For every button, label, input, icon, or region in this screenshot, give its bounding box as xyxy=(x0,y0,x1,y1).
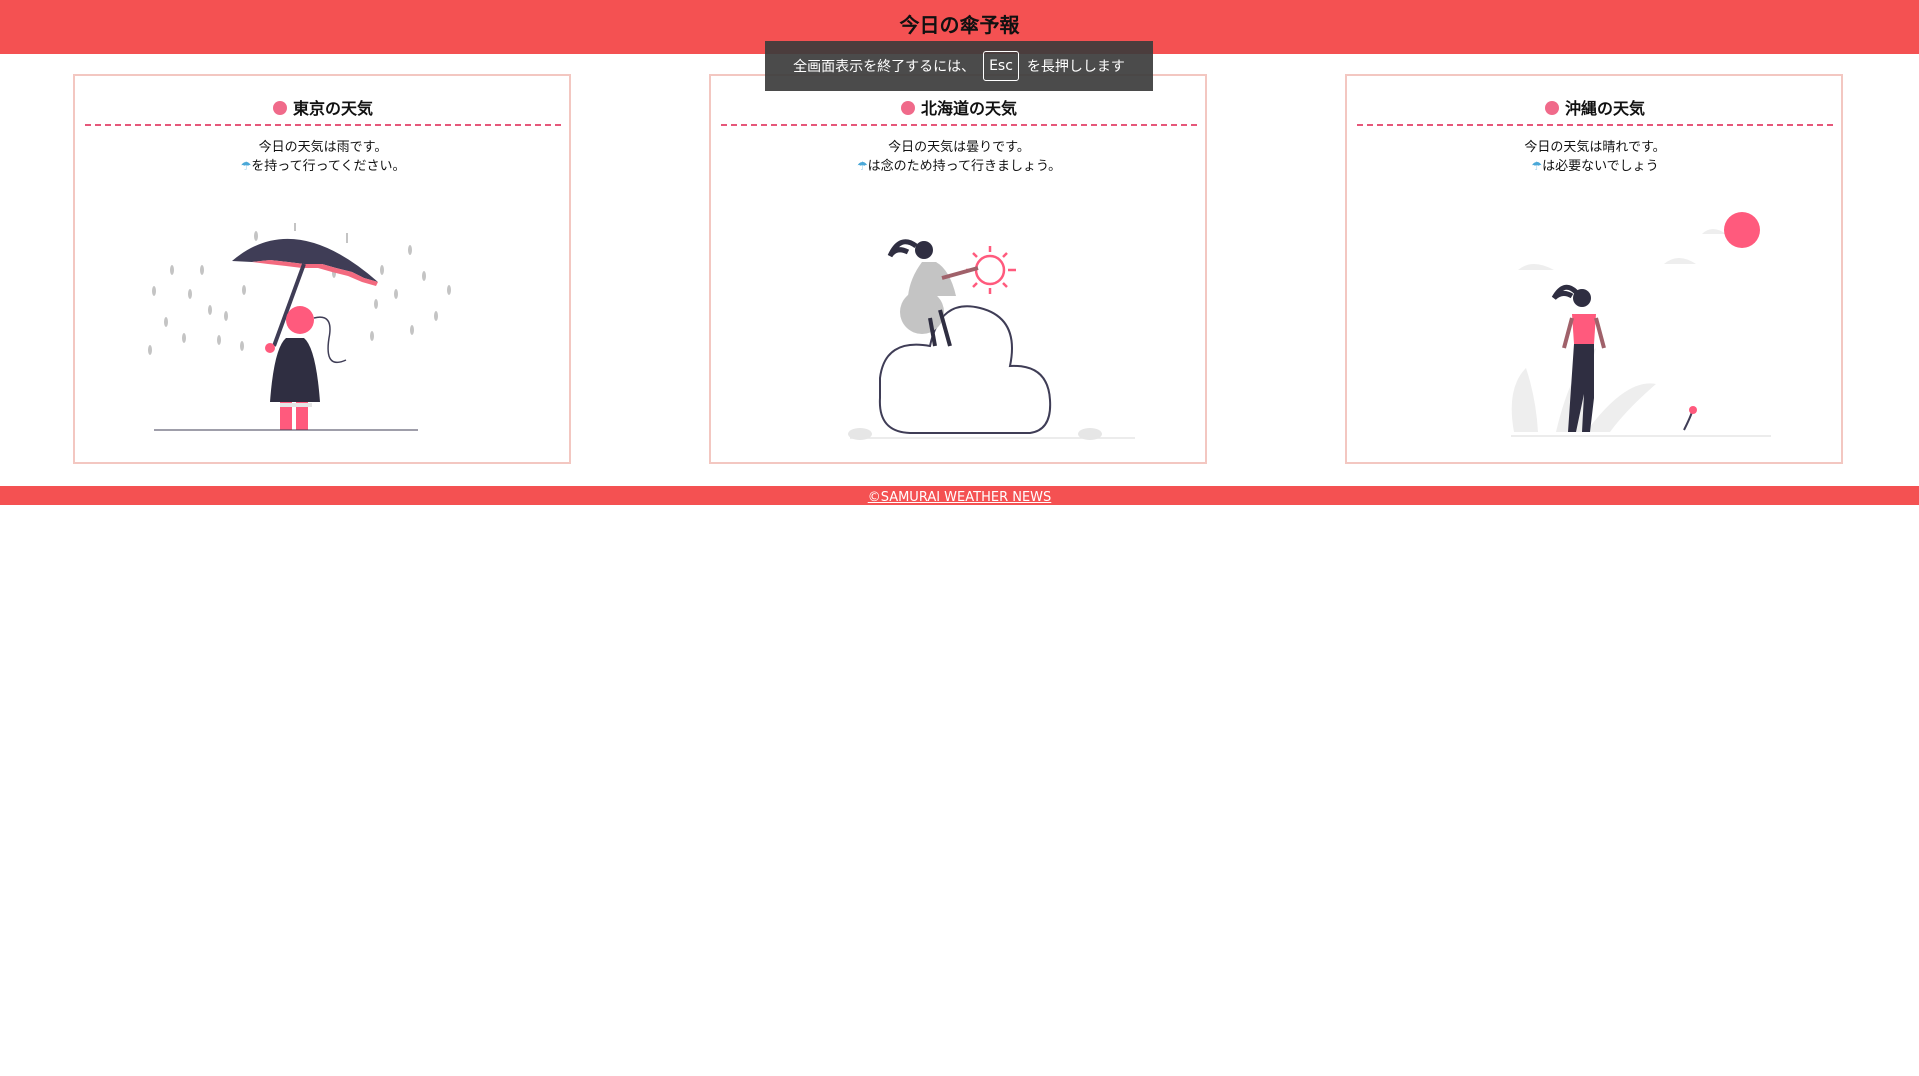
weather-line: 今日の天気は晴れです。 xyxy=(1524,140,1666,155)
cloud-sun-illustration xyxy=(848,239,1135,440)
card-description: 今日の天気は曇りです。 ☂は念のため持って行きましょう。 xyxy=(721,138,1197,176)
sunny-walk-illustration xyxy=(1511,212,1771,437)
umbrella-advice: ☂は念のため持って行きましょう。 xyxy=(721,157,1197,176)
page-title: 今日の傘予報 xyxy=(899,13,1020,37)
umbrella-advice-text: は必要ないでしょう xyxy=(1542,159,1659,174)
copyright-link[interactable]: ©SAMURAI WEATHER NEWS xyxy=(868,490,1052,505)
weather-card-okinawa: 沖縄の天気 今日の天気は晴れです。 ☂は必要ないでしょう xyxy=(1345,74,1843,464)
card-title-text: 沖縄の天気 xyxy=(1564,99,1645,118)
fullscreen-exit-toast: 全画面表示を終了するには、 Esc を長押しします xyxy=(765,41,1153,91)
card-title: 東京の天気 xyxy=(85,98,561,126)
esc-key-badge: Esc xyxy=(983,51,1019,81)
card-title-text: 北海道の天気 xyxy=(920,99,1017,118)
bullet-dot-icon xyxy=(272,101,287,115)
card-description: 今日の天気は晴れです。 ☂は必要ないでしょう xyxy=(1357,138,1833,176)
toast-text-after: を長押しします xyxy=(1026,59,1125,75)
bullet-dot-icon xyxy=(1544,101,1559,115)
umbrella-icon: ☂ xyxy=(1531,159,1543,173)
weather-card-tokyo: 東京の天気 今日の天気は雨です。 ☂を持って行ってください。 xyxy=(73,74,571,464)
toast-text-before: 全画面表示を終了するには、 xyxy=(793,59,976,75)
card-title-text: 東京の天気 xyxy=(292,99,373,118)
weather-card-hokkaido: 北海道の天気 今日の天気は曇りです。 ☂は念のため持って行きましょう。 xyxy=(709,74,1207,464)
card-title: 北海道の天気 xyxy=(721,98,1197,126)
bullet-dot-icon xyxy=(900,101,915,115)
weather-line: 今日の天気は雨です。 xyxy=(258,140,388,155)
rain-umbrella-illustration xyxy=(148,223,451,431)
umbrella-advice: ☂は必要ないでしょう xyxy=(1357,157,1833,176)
umbrella-advice-text: を持って行ってください。 xyxy=(251,159,406,174)
card-title: 沖縄の天気 xyxy=(1357,98,1833,126)
site-footer: ©SAMURAI WEATHER NEWS xyxy=(0,486,1919,505)
weather-line: 今日の天気は曇りです。 xyxy=(888,140,1030,155)
umbrella-icon: ☂ xyxy=(240,159,252,173)
card-description: 今日の天気は雨です。 ☂を持って行ってください。 xyxy=(85,138,561,176)
umbrella-icon: ☂ xyxy=(856,159,868,173)
umbrella-advice: ☂を持って行ってください。 xyxy=(85,157,561,176)
umbrella-advice-text: は念のため持って行きましょう。 xyxy=(867,159,1062,174)
